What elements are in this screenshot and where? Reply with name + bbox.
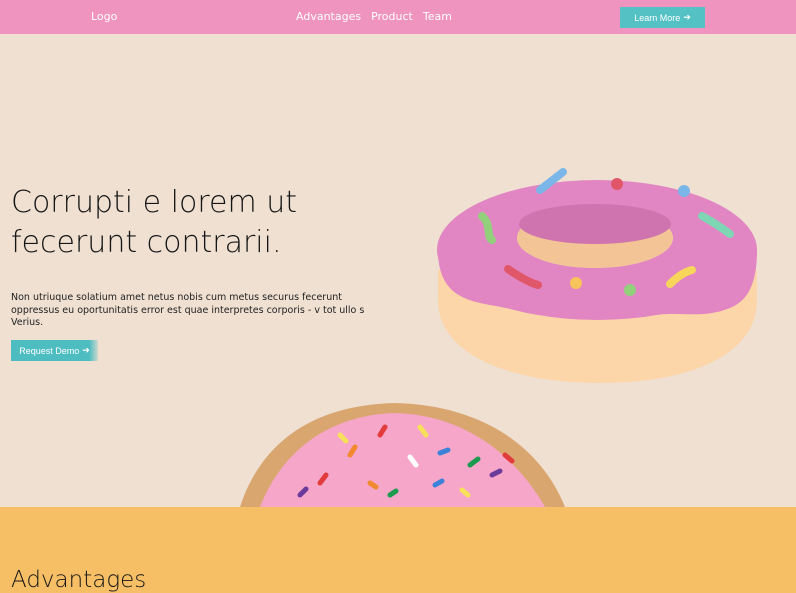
donut-photo [240, 403, 565, 507]
logo[interactable]: Logo [91, 10, 117, 23]
nav-link-product[interactable]: Product [371, 10, 413, 23]
donut-illustration [437, 168, 757, 383]
advantages-heading: Advantages [11, 567, 147, 593]
learn-more-button[interactable]: Learn More ➔ [620, 7, 705, 28]
nav-link-team[interactable]: Team [423, 10, 452, 23]
arrow-right-icon: ➔ [683, 12, 691, 22]
advantages-section: Advantages [0, 507, 796, 593]
nav-links: Advantages Product Team [296, 10, 452, 23]
request-demo-button[interactable]: Request Demo ➔ [11, 340, 98, 361]
nav-link-advantages[interactable]: Advantages [296, 10, 361, 23]
hero-text: Non utriuque solatium amet netus nobis c… [11, 292, 365, 328]
arrow-right-icon: ➔ [82, 345, 90, 355]
hero-title: Corrupti e lorem ut fecerunt contrarii. [11, 185, 298, 260]
request-demo-label: Request Demo [19, 345, 80, 356]
learn-more-label: Learn More [634, 12, 681, 23]
navbar: Logo Advantages Product Team Learn More … [0, 0, 796, 34]
